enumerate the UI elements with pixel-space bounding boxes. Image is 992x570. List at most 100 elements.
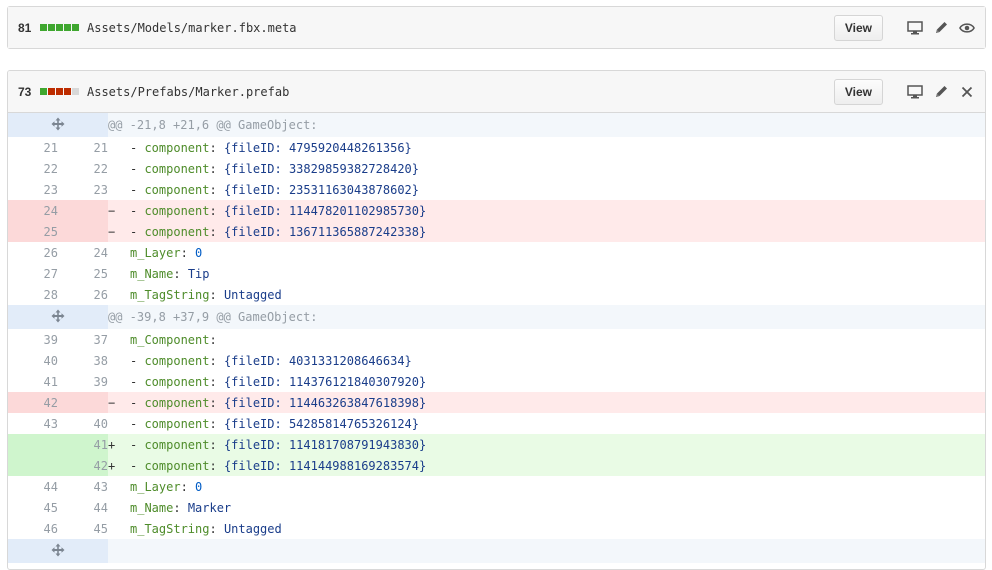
diff-stat-block-add (56, 24, 63, 31)
old-line-number[interactable]: 28 (8, 284, 58, 305)
pencil-icon[interactable] (933, 20, 949, 36)
hunk-header-row (8, 539, 985, 563)
old-line-number[interactable]: 26 (8, 242, 58, 263)
old-line-number[interactable]: 42 (8, 392, 58, 413)
code-punct: : (209, 437, 224, 452)
new-line-number[interactable]: 21 (58, 137, 108, 158)
old-line-number[interactable] (8, 455, 58, 476)
code-key: component (144, 458, 210, 473)
code-value: {fileID: 4031331208646634} (223, 353, 412, 368)
old-line-number[interactable]: 41 (8, 371, 58, 392)
new-line-number[interactable]: 45 (58, 518, 108, 539)
new-line-number[interactable]: 42 (58, 455, 108, 476)
old-line-number[interactable]: 23 (8, 179, 58, 200)
old-line-number[interactable]: 39 (8, 329, 58, 350)
code-key: component (144, 140, 210, 155)
old-line-number[interactable]: 44 (8, 476, 58, 497)
eye-icon[interactable] (959, 20, 975, 36)
code-line: - component: {fileID: 4031331208646634} (108, 350, 985, 371)
code-value: 0 (195, 479, 203, 494)
new-line-number[interactable]: 37 (58, 329, 108, 350)
code-punct: - (130, 416, 145, 431)
code-key: m_TagString (130, 287, 210, 302)
new-line-number[interactable]: 40 (58, 413, 108, 434)
new-line-number[interactable]: 23 (58, 179, 108, 200)
code-punct: : (209, 203, 224, 218)
code-punct: - (130, 140, 145, 155)
code-punct: : (209, 161, 224, 176)
old-line-number[interactable]: 27 (8, 263, 58, 284)
desktop-icon[interactable] (907, 84, 923, 100)
code-line: - component: {fileID: 33829859382728420} (108, 158, 985, 179)
file-path[interactable]: Assets/Models/marker.fbx.meta (87, 21, 297, 35)
new-line-number[interactable]: 24 (58, 242, 108, 263)
expand-icon[interactable] (8, 305, 108, 329)
diff-line-row: 25 − - component: {fileID: 136711365887242… (8, 221, 985, 242)
diff-line-row: 40 38- component: {fileID: 40313312086466… (8, 350, 985, 371)
new-line-number[interactable]: 39 (58, 371, 108, 392)
file-header: 73 Assets/Prefabs/Marker.prefab View (8, 71, 985, 113)
hunk-header-text (108, 539, 985, 563)
new-line-number[interactable]: 25 (58, 263, 108, 284)
diff-stat-block-add (48, 24, 55, 31)
code-line: m_Component: (108, 329, 985, 350)
old-line-number[interactable]: 46 (8, 518, 58, 539)
diff-line-row: 28 26 m_TagString: Untagged (8, 284, 985, 305)
diff-line-row: 41 + - component: {fileID: 114181708791943… (8, 434, 985, 455)
file-header: 81 Assets/Models/marker.fbx.meta View (8, 7, 985, 48)
old-line-number[interactable]: 43 (8, 413, 58, 434)
new-line-number[interactable] (58, 221, 108, 242)
old-line-number[interactable]: 21 (8, 137, 58, 158)
diff-line-row: 42 − - component: {fileID: 114463263847618… (8, 392, 985, 413)
new-line-number[interactable]: 38 (58, 350, 108, 371)
diff-line-row: 46 45 m_TagString: Untagged (8, 518, 985, 539)
file-path[interactable]: Assets/Prefabs/Marker.prefab (87, 85, 289, 99)
code-punct: - (130, 182, 145, 197)
code-line: m_TagString: Untagged (108, 518, 985, 539)
diff-stat-blocks (40, 88, 79, 95)
code-punct: - (130, 395, 145, 410)
new-line-number[interactable]: 22 (58, 158, 108, 179)
code-value: {fileID: 4795920448261356} (223, 140, 412, 155)
code-punct: : (209, 332, 217, 347)
code-punct: : (209, 416, 224, 431)
old-line-number[interactable] (8, 434, 58, 455)
code-punct: - (130, 161, 145, 176)
code-key: component (144, 182, 210, 197)
diff-line-row: 43 40- component: {fileID: 54285814765326… (8, 413, 985, 434)
hunk-header-text: @@ -39,8 +37,9 @@ GameObject: (108, 305, 985, 329)
diff-stat-block-neutral (72, 88, 79, 95)
pencil-icon[interactable] (933, 84, 949, 100)
code-key: component (144, 416, 210, 431)
new-line-number[interactable]: 26 (58, 284, 108, 305)
diff-line-row: 45 44 m_Name: Marker (8, 497, 985, 518)
old-line-number[interactable]: 40 (8, 350, 58, 371)
new-line-number[interactable]: 44 (58, 497, 108, 518)
new-line-number[interactable] (58, 392, 108, 413)
old-line-number[interactable]: 45 (8, 497, 58, 518)
code-line: − - component: {fileID: 13671136588724233… (108, 221, 985, 242)
diff-line-row: 24 − - component: {fileID: 114478201102985… (8, 200, 985, 221)
code-value: {fileID: 114181708791943830} (223, 437, 427, 452)
code-punct: - (130, 458, 145, 473)
diff-stat-blocks (40, 24, 79, 31)
new-line-number[interactable]: 43 (58, 476, 108, 497)
view-button[interactable]: View (833, 78, 883, 105)
old-line-number[interactable]: 22 (8, 158, 58, 179)
code-line: - component: {fileID: 4795920448261356} (108, 137, 985, 158)
diff-table: @@ -21,8 +21,6 @@ GameObject: 21 21- compo… (8, 113, 985, 563)
old-line-number[interactable]: 25 (8, 221, 58, 242)
expand-icon[interactable] (8, 539, 108, 563)
expand-icon[interactable] (8, 113, 108, 137)
diff-sign: − (108, 395, 116, 410)
old-line-number[interactable]: 24 (8, 200, 58, 221)
code-punct: : (180, 245, 196, 260)
new-line-number[interactable]: 41 (58, 434, 108, 455)
close-icon[interactable] (959, 84, 975, 100)
new-line-number[interactable] (58, 200, 108, 221)
hunk-header-row: @@ -39,8 +37,9 @@ GameObject: (8, 305, 985, 329)
diff-stat-block-del (56, 88, 63, 95)
desktop-icon[interactable] (907, 20, 923, 36)
code-value: Untagged (223, 287, 282, 302)
view-button[interactable]: View (833, 14, 883, 41)
